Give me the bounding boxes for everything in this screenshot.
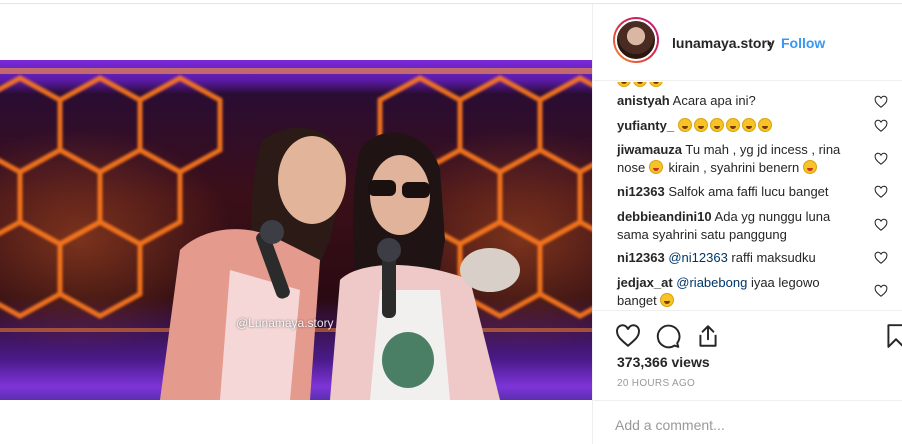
emoji-grin-icon [725,118,740,132]
video-player[interactable]: @Lunamaya.story [0,60,592,400]
comment-username[interactable]: jedjax_at [617,275,673,290]
add-comment-bar [593,400,902,444]
performers [160,127,520,400]
emoji-grin-icon [677,118,692,132]
emoji-grin-icon [660,293,675,307]
comment-text: sama syahrini satu panggung [617,227,787,242]
emoji-grin-icon [693,118,708,132]
emoji-grin-icon [709,118,724,132]
heart-icon[interactable] [615,323,641,349]
emoji-tongue-icon [802,160,817,174]
comment-item: ni12363 Salfok ama faffi lucu banget [617,183,879,201]
comment-username[interactable]: debbieandini10 [617,209,712,224]
comment-text: Acara apa ini? [672,93,756,108]
comment-username[interactable]: anistyah [617,93,670,108]
separator-dot: • [767,35,772,51]
comment-like-heart-icon[interactable] [874,284,888,298]
emoji-grin-icon [741,118,756,132]
post-username[interactable]: lunamaya.story [672,35,775,51]
comment-item: jedjax_at @riabebong iyaa legowo banget [617,274,879,310]
comment-item: anistyah Acara apa ini? [617,92,879,110]
comment-icon[interactable] [655,323,681,349]
comment-item: debbieandini10 Ada yg nunggu luna sama s… [617,208,879,244]
comment-text: Tu mah , yg jd incess , rina [685,142,841,157]
comment-username[interactable]: ni12363 [617,184,665,199]
bookmark-icon[interactable] [883,323,902,349]
comment-username[interactable]: jiwamauza [617,142,682,157]
share-icon[interactable] [695,323,721,349]
comment-text: nose [617,160,646,175]
comment-text: Salfok ama faffi lucu banget [668,184,829,199]
comment-item: yufianty_ [617,117,879,135]
follow-button[interactable]: Follow [781,35,825,51]
emoji-grin-icon [757,118,772,132]
comment-username[interactable]: ni12363 [617,250,665,265]
post-timestamp[interactable]: 20 HOURS AGO [617,378,695,389]
comment-text: iyaa legowo [750,275,820,290]
comment-item: jiwamauza Tu mah , yg jd incess , rina n… [617,141,879,177]
clipped-comment [617,82,665,88]
view-count[interactable]: 373,366 views [617,354,710,370]
emoji-tongue-icon [648,160,663,174]
comment-like-heart-icon[interactable] [874,251,888,265]
comment-username[interactable]: yufianty_ [617,118,674,133]
profile-avatar[interactable] [613,17,659,63]
comment-text: kirain , syahrini benern [668,160,800,175]
comment-text: raffi maksudku [731,250,816,265]
post-header: lunamaya.story • Follow [593,4,902,81]
comment-text: Ada yg nunggu luna [714,209,831,224]
comment-mention[interactable]: @riabebong [676,275,747,290]
comment-item: ni12363 @ni12363 raffi maksudku [617,249,879,267]
comment-mention[interactable]: @ni12363 [668,250,727,265]
comment-like-heart-icon[interactable] [874,95,888,109]
post-media: @Lunamaya.story [0,4,592,444]
comment-like-heart-icon[interactable] [874,185,888,199]
video-watermark: @Lunamaya.story [236,316,334,330]
comment-like-heart-icon[interactable] [874,218,888,232]
comment-text: banget [617,293,657,308]
comment-like-heart-icon[interactable] [874,152,888,166]
comments-list[interactable]: anistyah Acara apa ini? yufianty_ jiwama… [593,82,902,310]
comment-like-heart-icon[interactable] [874,119,888,133]
post-sidebar: lunamaya.story • Follow anistyah Acara a… [592,4,902,444]
comment-input[interactable] [615,415,875,435]
